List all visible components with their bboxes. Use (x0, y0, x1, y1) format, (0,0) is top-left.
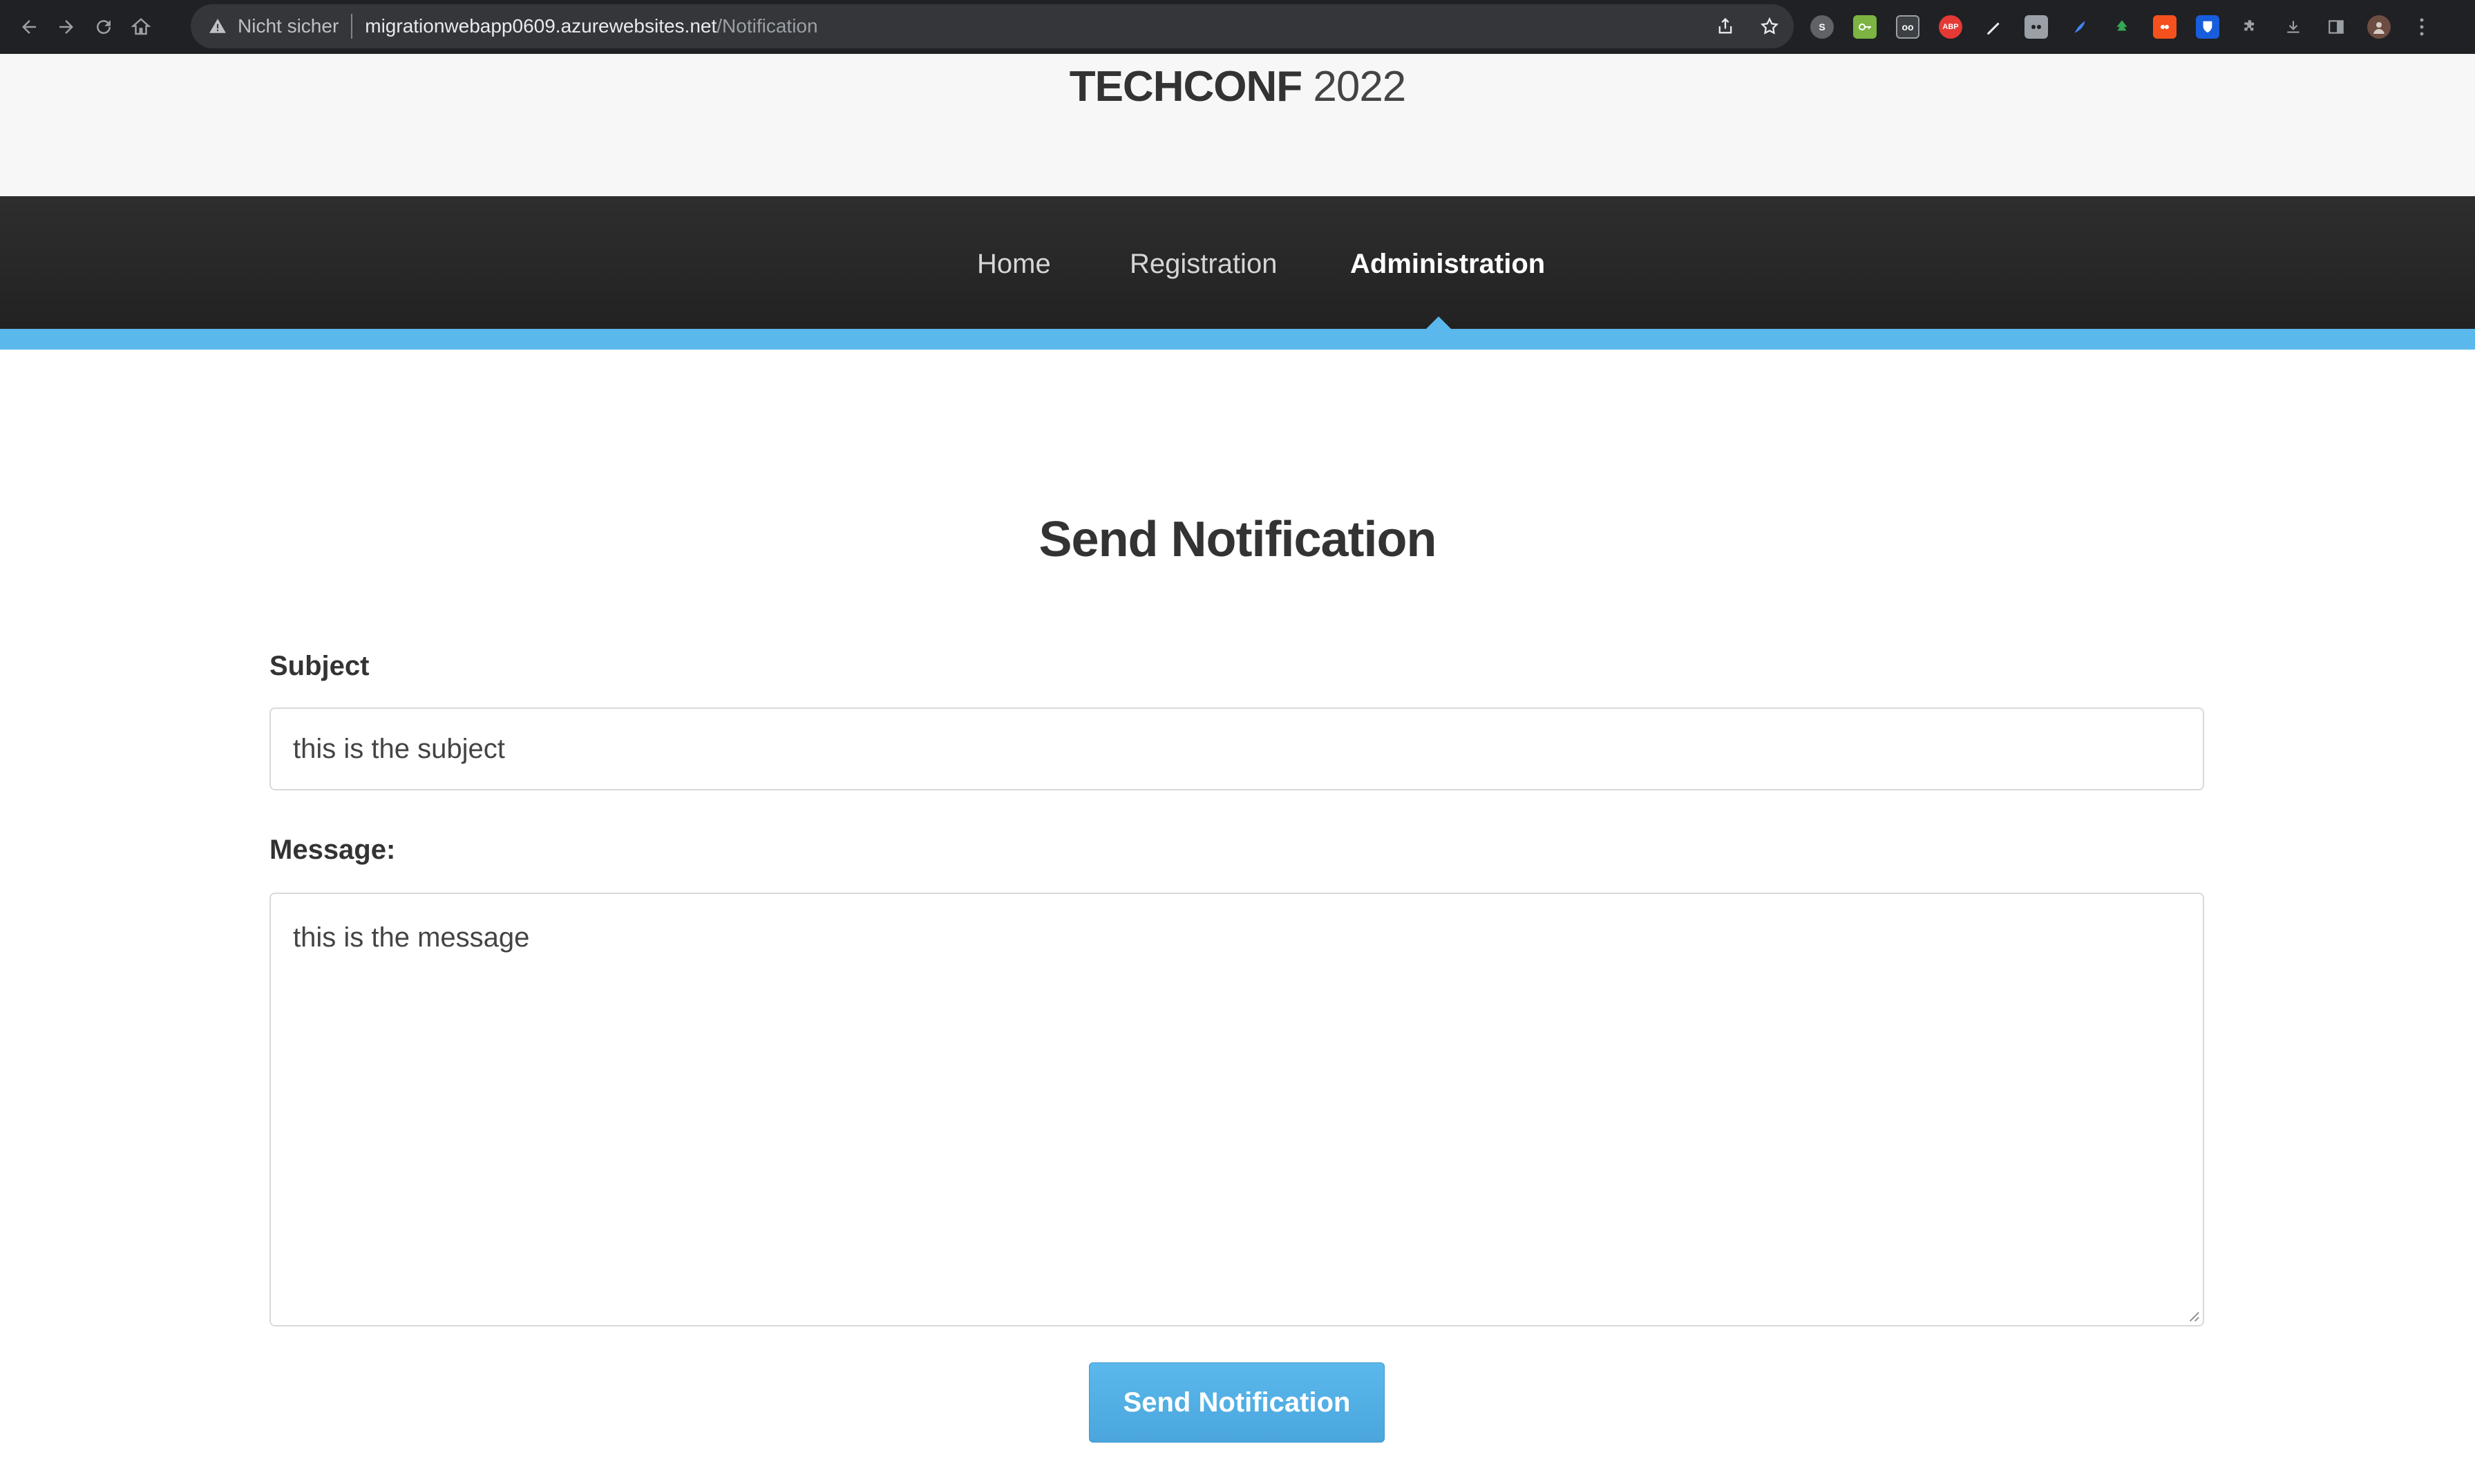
extension-label: S (1819, 21, 1826, 32)
profile-avatar[interactable] (2367, 15, 2391, 39)
accent-stripe (0, 329, 2475, 350)
resize-handle-icon[interactable] (2188, 1310, 2200, 1322)
browser-menu-icon[interactable] (2410, 15, 2434, 39)
mask-extension-icon[interactable] (2024, 15, 2048, 39)
glasses-extension-icon[interactable]: oo (1896, 15, 1919, 39)
adblock-extension-icon[interactable]: ABP (1939, 15, 1962, 39)
separator (351, 14, 353, 39)
extensions-area: S oo ABP (1810, 10, 2434, 44)
skype-extension-icon[interactable]: S (1810, 15, 1834, 39)
main-navigation: Home Registration Administration (0, 196, 2475, 329)
bitwarden-shield-icon[interactable] (2196, 15, 2219, 39)
download-icon[interactable] (2282, 15, 2305, 39)
side-panel-icon[interactable] (2324, 15, 2348, 39)
send-notification-button[interactable]: Send Notification (1089, 1362, 1385, 1443)
address-bar[interactable]: Nicht sicher migrationwebapp0609.azurewe… (191, 4, 1794, 48)
share-icon[interactable] (1715, 16, 1736, 37)
warning-icon[interactable] (207, 16, 228, 37)
subject-label: Subject (269, 651, 370, 681)
nav-registration[interactable]: Registration (1130, 249, 1277, 280)
reload-icon[interactable] (90, 13, 117, 41)
extension-label: ABP (1942, 23, 1959, 31)
bookmark-star-icon[interactable] (1759, 16, 1780, 37)
orange-extension-icon[interactable] (2153, 15, 2177, 39)
brand-name: TECHCONF (1069, 63, 1302, 111)
key-extension-icon[interactable] (1853, 15, 1877, 39)
nav-home[interactable]: Home (977, 249, 1051, 280)
back-arrow-icon[interactable] (15, 13, 43, 41)
home-icon[interactable] (127, 13, 155, 41)
url-path[interactable]: /Notification (717, 15, 817, 37)
subject-input[interactable] (269, 707, 2204, 790)
page-title: Send Notification (1039, 512, 1437, 567)
forward-arrow-icon[interactable] (53, 13, 80, 41)
nav-administration[interactable]: Administration (1350, 249, 1545, 280)
puzzle-extensions-icon[interactable] (2239, 15, 2262, 39)
url-host[interactable]: migrationwebapp0609.azurewebsites.net (365, 15, 717, 37)
site-header: TECHCONF 2022 (0, 54, 2475, 196)
message-label: Message: (269, 835, 396, 865)
extension-label: oo (1902, 21, 1914, 32)
tree-extension-icon[interactable] (2110, 15, 2134, 39)
browser-toolbar: Nicht sicher migrationwebapp0609.azurewe… (0, 0, 2475, 54)
message-textarea[interactable]: this is the message (269, 893, 2204, 1326)
feather-extension-icon[interactable] (2067, 15, 2091, 39)
active-nav-indicator (1426, 316, 1451, 329)
pen-extension-icon[interactable] (1982, 15, 2005, 39)
site-logo[interactable]: TECHCONF 2022 (0, 62, 2475, 111)
message-text: this is the message (293, 922, 530, 953)
security-status-text[interactable]: Nicht sicher (238, 15, 339, 37)
brand-year: 2022 (1313, 63, 1406, 111)
